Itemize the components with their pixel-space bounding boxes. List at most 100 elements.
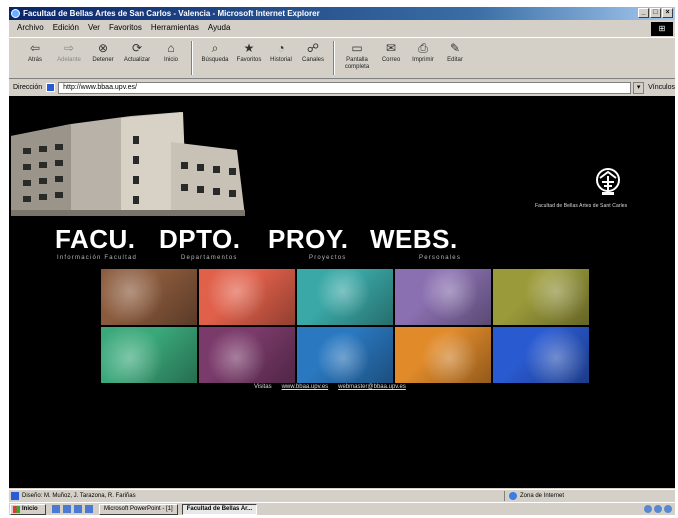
photo-shading [297,269,393,325]
system-tray [644,505,675,513]
photo-shading [101,269,197,325]
menu-view[interactable]: Ver [88,21,100,35]
nav-proy-subtitle[interactable]: Proyectos [309,255,346,261]
photo-shading [493,269,589,325]
faculty-logo-text: Facultad de Bellas Artes de Sant Carles [535,203,628,209]
mail-button[interactable]: ✉ Correo [375,38,407,78]
menu-edit[interactable]: Edición [53,21,79,35]
photo-shading [395,327,491,383]
photo-shading [199,269,295,325]
photo-tile[interactable] [297,327,393,383]
favorites-icon: ★ [243,41,255,55]
address-input[interactable]: http://www.bbaa.upv.es/ [58,81,632,94]
ie-quicklaunch-icon[interactable] [52,505,60,513]
home-button[interactable]: ⌂ Inicio [155,38,187,78]
quick-launch [52,505,93,513]
photo-tile[interactable] [199,327,295,383]
window-controls: _ □ × [638,8,673,18]
close-button[interactable]: × [662,8,673,18]
page-icon [46,83,56,92]
menu-favorites[interactable]: Favoritos [109,21,142,35]
back-arrow-icon: ⇦ [29,41,41,55]
photo-tile[interactable] [199,269,295,325]
windows-logo-icon: ⊞ [651,22,673,36]
building-photo [11,106,245,216]
windows-flag-icon [13,505,20,513]
favorites-button[interactable]: ★ Favoritos [233,38,265,78]
globe-icon [509,491,517,500]
security-zone: Zona de Internet [504,490,564,501]
desktop-quicklaunch-icon[interactable] [74,505,82,513]
channels-quicklaunch-icon[interactable] [85,505,93,513]
address-dropdown-button[interactable]: ▾ [633,81,645,94]
browser-window: Facultad de Bellas Artes de San Carlos -… [9,7,675,515]
stop-icon: ⊗ [97,41,109,55]
nav-webs-subtitle[interactable]: Personales [419,255,461,261]
status-text: Diseño: M. Muñoz, J. Tarazona, R. Fariña… [22,492,136,499]
ie-icon [11,9,20,18]
nav-facu-subtitle[interactable]: Información Facultad [57,255,137,261]
photo-tile[interactable] [493,269,589,325]
history-button[interactable]: ◔ Historial [265,38,297,78]
stop-button[interactable]: ⊗ Detener [87,38,119,78]
menu-help[interactable]: Ayuda [208,21,231,35]
channels-icon: ☍ [306,41,320,55]
site-link[interactable]: www.bbaa.upv.es [282,384,329,390]
nav-facu-link[interactable]: FACU. [55,224,136,254]
title-bar[interactable]: Facultad de Bellas Artes de San Carlos -… [9,7,675,20]
search-button[interactable]: ⌕ Búsqueda [197,38,233,78]
address-bar: Dirección http://www.bbaa.upv.es/ ▾ Vínc… [9,80,675,95]
forward-button[interactable]: ⇨ Adelante [51,38,87,78]
menu-bar: Archivo Edición Ver Favoritos Herramient… [9,21,675,36]
photo-shading [199,327,295,383]
maximize-button[interactable]: □ [650,8,661,18]
outlook-quicklaunch-icon[interactable] [63,505,71,513]
webmaster-link[interactable]: webmaster@bbaa.upv.es [338,384,406,390]
fullscreen-button[interactable]: ▭ Pantalla completa [339,38,375,78]
nav-dpto-subtitle[interactable]: Departamentos [181,255,238,261]
back-button[interactable]: ⇦ Atrás [19,38,51,78]
forward-arrow-icon: ⇨ [63,41,75,55]
edit-button[interactable]: ✎ Editar [439,38,471,78]
photo-tile[interactable] [101,327,197,383]
nav-webs-link[interactable]: WEBS. [370,224,458,254]
menu-file[interactable]: Archivo [17,21,44,35]
history-icon: ◔ [277,41,285,55]
nav-proy-link[interactable]: PROY. [268,224,349,254]
minimize-button[interactable]: _ [638,8,649,18]
links-label[interactable]: Vínculos [648,84,675,91]
photo-tile[interactable] [297,269,393,325]
channels-button[interactable]: ☍ Canales [297,38,329,78]
address-label: Dirección [13,84,43,91]
page-content: Facultad de Bellas Artes de Sant Carles … [9,96,675,488]
faculty-logo-icon [596,168,620,195]
footer-links: Visitas www.bbaa.upv.es webmaster@bbaa.u… [254,384,406,390]
edit-icon: ✎ [449,41,461,55]
network-tray-icon[interactable] [644,505,652,513]
refresh-button[interactable]: ⟳ Actualizar [119,38,155,78]
toolbar-separator [191,41,193,75]
taskbar: Inicio Microsoft PowerPoint - [1] Facult… [9,502,675,515]
taskbar-powerpoint[interactable]: Microsoft PowerPoint - [1] [99,503,178,515]
photo-tile[interactable] [395,269,491,325]
fullscreen-icon: ▭ [351,41,363,55]
photo-tile[interactable] [101,269,197,325]
refresh-icon: ⟳ [131,41,143,55]
menu-tools[interactable]: Herramientas [151,21,199,35]
photo-tile[interactable] [395,327,491,383]
status-page-icon [11,491,19,500]
volume-tray-icon[interactable] [654,505,662,513]
visits-label: Visitas [254,384,272,390]
mail-icon: ✉ [385,41,397,55]
home-icon: ⌂ [167,41,175,55]
clock-tray-icon[interactable] [664,505,672,513]
start-button[interactable]: Inicio [10,503,46,515]
window-title: Facultad de Bellas Artes de San Carlos -… [23,9,320,18]
nav-dpto-link[interactable]: DPTO. [159,224,240,254]
print-button[interactable]: ⎙ Imprimir [407,38,439,78]
taskbar-ie-window[interactable]: Facultad de Bellas Ar... [181,503,258,515]
photo-shading [101,327,197,383]
photo-tile[interactable] [493,327,589,383]
photo-shading [493,327,589,383]
photo-shading [297,327,393,383]
